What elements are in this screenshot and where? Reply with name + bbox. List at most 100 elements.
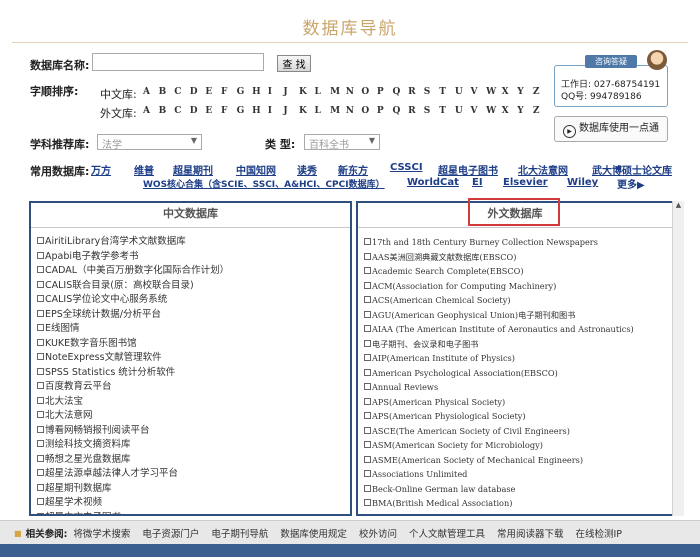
database-list-item[interactable]: Apabi电子教学参考书 [37,250,350,265]
alpha-letter-link[interactable]: D [190,106,206,116]
consult-tab[interactable]: 咨询答疑 [585,55,637,68]
database-list-item[interactable]: KUKE数字音乐图书馆 [37,337,350,352]
checkbox-icon[interactable] [37,353,44,360]
alpha-letter-link[interactable]: W [486,87,502,97]
common-db-link[interactable]: 中国知网 [236,162,276,177]
alpha-letter-link[interactable]: I [268,106,284,116]
alpha-letter-link[interactable]: Y [517,106,533,116]
database-list-item[interactable]: EPS全球统计数据/分析平台 [37,308,350,323]
database-list-item[interactable]: CALIS学位论文中心服务系统 [37,293,350,308]
database-list-item[interactable]: ACS(American Chemical Society) [364,293,672,308]
alpha-letter-link[interactable]: O [361,106,377,116]
database-list-item[interactable]: E线图情 [37,322,350,337]
database-list-item[interactable]: 测绘科技文摘资料库 [37,438,350,453]
database-list-item[interactable]: 超星学术视频 [37,496,350,511]
database-list-item[interactable]: ACM(Association for Computing Machinery) [364,279,672,294]
common-db-link[interactable]: 维普 [134,162,154,177]
alpha-letter-link[interactable]: K [299,106,315,116]
common-db-link[interactable]: WorldCat [407,177,459,188]
alpha-letter-link[interactable]: D [190,87,206,97]
database-list-item[interactable]: Annual Reviews [364,380,672,395]
alpha-letter-link[interactable]: F [221,87,237,97]
checkbox-icon[interactable] [37,280,44,288]
database-list-item[interactable]: AiritiLibrary台湾学术文献数据库 [37,235,350,250]
checkbox-icon[interactable] [364,238,371,245]
alpha-letter-link[interactable]: P [377,106,393,116]
checkbox-icon[interactable] [37,266,44,273]
alpha-letter-link[interactable]: G [237,106,253,116]
checkbox-icon[interactable] [364,267,371,274]
database-list-item[interactable]: CALIS联合目录(原：高校联合目录) [37,279,350,294]
type-select[interactable]: 百科全书 ▼ [304,134,380,151]
database-list-item[interactable]: 超星中文电子图书 [37,511,350,514]
checkbox-icon[interactable] [37,295,44,302]
alpha-letter-link[interactable]: W [486,106,502,116]
checkbox-icon[interactable] [364,426,371,434]
checkbox-icon[interactable] [364,368,371,376]
common-db-link[interactable]: 超星电子图书 [438,162,498,177]
footer-link[interactable]: 电子期刊导航 [211,526,268,540]
database-list-item[interactable]: CADAL（中美百万册数字化国际合作计划） [37,264,350,279]
checkbox-icon[interactable] [364,339,371,347]
alpha-letter-link[interactable]: K [299,87,315,97]
database-list-item[interactable]: 百度教育云平台 [37,380,350,395]
alpha-letter-link[interactable]: V [470,106,486,116]
alpha-letter-link[interactable]: M [330,106,346,116]
database-list-item[interactable]: AAS美洲回溯典藏文献数据库(EBSCO) [364,250,672,265]
database-list-item[interactable]: 博看网畅销报刊阅读平台 [37,424,350,439]
checkbox-icon[interactable] [37,498,44,505]
alpha-letter-link[interactable]: A [143,106,159,116]
checkbox-icon[interactable] [364,441,371,448]
database-list-item[interactable]: Academic Search Complete(EBSCO) [364,264,672,279]
database-list-item[interactable]: 畅想之星光盘数据库 [37,453,350,468]
checkbox-icon[interactable] [364,499,371,506]
checkbox-icon[interactable] [37,382,44,389]
checkbox-icon[interactable] [37,411,44,418]
common-db-link[interactable]: 新东方 [338,162,368,177]
checkbox-icon[interactable] [364,252,371,260]
database-list-item[interactable]: APS(American Physiological Society) [364,409,672,424]
scroll-up-icon[interactable]: ▲ [673,201,684,209]
database-list-item[interactable]: 北大法宝 [37,395,350,410]
more-link[interactable]: 更多▶ [617,176,645,191]
database-list-item[interactable]: 17th and 18th Century Burney Collection … [364,235,672,250]
database-list-item[interactable]: AGU(American Geophysical Union)电子期刊和图书 [364,308,672,323]
database-list-item[interactable]: BMA(British Medical Association) [364,496,672,511]
database-guide-button[interactable]: ▶ 数据库使用一点通 [554,116,668,142]
checkbox-icon[interactable] [37,338,44,346]
alpha-letter-link[interactable]: T [439,106,455,116]
database-list-item[interactable]: Associations Unlimited [364,467,672,482]
alpha-letter-link[interactable]: I [268,87,284,97]
footer-link[interactable]: 常用阅读器下载 [497,526,564,540]
search-button[interactable]: 查 找 [277,55,311,72]
database-list-item[interactable]: ASCE(The American Society of Civil Engin… [364,424,672,439]
checkbox-icon[interactable] [37,440,44,447]
alpha-letter-link[interactable]: P [377,87,393,97]
database-list-item[interactable]: 超星法源卓越法律人才学习平台 [37,467,350,482]
checkbox-icon[interactable] [364,325,371,332]
alpha-letter-link[interactable]: C [174,87,190,97]
database-list-item[interactable]: AIP(American Institute of Physics) [364,351,672,366]
alpha-letter-link[interactable]: R [408,106,424,116]
checkbox-icon[interactable] [37,237,44,244]
checkbox-icon[interactable] [37,425,44,433]
database-list-item[interactable]: 电子期刊、会议录和电子图书 [364,337,672,352]
checkbox-icon[interactable] [37,483,44,491]
alpha-letter-link[interactable]: G [237,87,253,97]
footer-link[interactable]: 校外访问 [359,526,397,540]
alpha-letter-link[interactable]: H [252,87,268,97]
database-list-item[interactable]: Beck-Online German law database [364,482,672,497]
checkbox-icon[interactable] [364,310,371,318]
alpha-letter-link[interactable]: L [315,87,331,97]
footer-link[interactable]: 在线检测IP [575,526,622,540]
footer-link[interactable]: 个人文献管理工具 [409,526,485,540]
common-db-link[interactable]: Wiley [567,177,598,188]
alpha-letter-link[interactable]: Z [533,106,549,116]
footer-link[interactable]: 将微学术搜索 [73,526,130,540]
alpha-letter-link[interactable]: U [455,106,471,116]
alpha-letter-link[interactable]: O [361,87,377,97]
common-db-link[interactable]: 超星期刊 [173,162,213,177]
database-list-item[interactable]: NoteExpress文献管理软件 [37,351,350,366]
alpha-letter-link[interactable]: N [346,87,362,97]
alpha-letter-link[interactable]: Y [517,87,533,97]
